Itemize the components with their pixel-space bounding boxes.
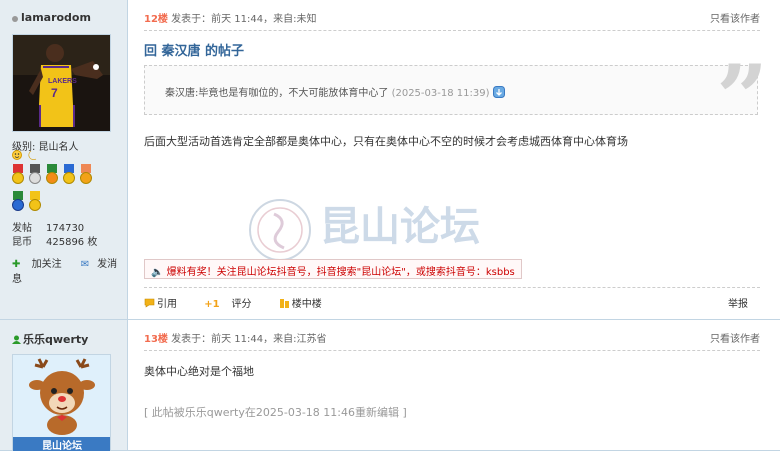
promo-text[interactable]: 爆料有奖！关注昆山论坛抖音号，抖音搜索"昆山论坛"，或搜索抖音号：ksbbs bbox=[167, 267, 515, 278]
plus-icon: ✚ bbox=[12, 259, 21, 270]
avatar[interactable]: 昆山论坛 bbox=[12, 354, 111, 451]
post-content: 13楼 发表于：前天 11:44，来自:江苏省 只看该作者 奥体中心绝对是个福地… bbox=[128, 320, 780, 450]
avatar[interactable]: LAKERS 7 bbox=[12, 34, 111, 132]
quote-mark-icon: ” bbox=[716, 45, 768, 151]
author-name[interactable]: lamarodom bbox=[12, 11, 91, 24]
author-name-text[interactable]: 乐乐qwerty bbox=[23, 333, 88, 346]
promo-banner[interactable]: 🔈 爆料有奖！关注昆山论坛抖音号，抖音搜索"昆山论坛"，或搜索抖音号：ksbbs bbox=[144, 259, 522, 279]
author-name[interactable]: 乐乐qwerty bbox=[12, 331, 88, 347]
medal-icon[interactable] bbox=[28, 191, 42, 215]
jump-to-post-icon[interactable] bbox=[492, 86, 505, 98]
floor-number[interactable]: 12楼 bbox=[144, 14, 168, 25]
post-13: 乐乐qwerty 昆山论坛 13楼 发表于：前天 11:44，来自:江苏省 只看… bbox=[0, 320, 780, 451]
envelope-icon: ✉ bbox=[80, 259, 90, 270]
smiley-icon bbox=[12, 150, 37, 160]
quote-text-line: 秦汉唐:毕竟也是有咖位的，不大可能放体育中心了 (2025-03-18 11:3… bbox=[165, 84, 505, 99]
divider bbox=[144, 350, 760, 351]
follow-label[interactable]: 加关注 bbox=[32, 259, 62, 270]
quote-button[interactable]: 引用 bbox=[144, 295, 189, 310]
floor-number[interactable]: 13楼 bbox=[144, 334, 168, 345]
reindeer-avatar: 昆山论坛 bbox=[13, 355, 110, 451]
quote-text: 秦汉唐:毕竟也是有咖位的，不大可能放体育中心了 bbox=[165, 88, 389, 99]
svg-text:LAKERS: LAKERS bbox=[48, 78, 77, 85]
plus-one-icon: +1 bbox=[204, 299, 220, 310]
post-content: 12楼 发表于：前天 11:44，来自:未知 只看该作者 回 秦汉唐 的帖子 秦… bbox=[128, 0, 780, 319]
rate-button[interactable]: +1 评分 bbox=[204, 295, 263, 310]
edit-notice: [ 此帖被乐乐qwerty在2025-03-18 11:46重新编辑 ] bbox=[144, 406, 407, 419]
medal-icon[interactable] bbox=[11, 191, 25, 215]
divider bbox=[144, 287, 760, 288]
medal-icon[interactable] bbox=[62, 164, 76, 188]
follow-button[interactable]: ✚ 加关注 bbox=[12, 259, 70, 270]
stat-posts: 发帖 174730 bbox=[12, 222, 97, 236]
post-12: lamarodom LAKERS 7 级别: 昆山名人 发帖 174730 昆币… bbox=[0, 0, 780, 320]
floor-in-floor-label[interactable]: 楼中楼 bbox=[292, 295, 322, 310]
medal-icon[interactable] bbox=[11, 164, 25, 188]
quote-block: 秦汉唐:毕竟也是有咖位的，不大可能放体育中心了 (2025-03-18 11:3… bbox=[144, 65, 758, 115]
post-body: 后面大型活动首选肯定全部都是奥体中心，只有在奥体中心不空的时候才会考虑城西体育中… bbox=[144, 135, 628, 148]
building-icon bbox=[279, 299, 289, 308]
post-body: 奥体中心绝对是个福地 bbox=[144, 365, 254, 378]
medal-icon[interactable] bbox=[79, 164, 93, 188]
svg-text:7: 7 bbox=[51, 86, 58, 100]
user-actions: ✚ 加关注 ✉ 发消息 bbox=[12, 255, 127, 285]
stat-label: 发帖 bbox=[12, 223, 32, 234]
post-meta-bar: 13楼 发表于：前天 11:44，来自:江苏省 只看该作者 bbox=[144, 330, 760, 345]
avatar-caption: 昆山论坛 bbox=[42, 439, 82, 451]
post-actions: 引用 +1 评分 楼中楼 举报 bbox=[144, 295, 760, 310]
level-emoticons bbox=[12, 150, 40, 164]
user-stats: 发帖 174730 昆币 425896 枚 bbox=[12, 222, 97, 250]
rate-label[interactable]: 评分 bbox=[232, 295, 252, 310]
floor-in-floor-button[interactable]: 楼中楼 bbox=[279, 295, 334, 310]
forum-watermark: 昆山论坛 bbox=[249, 199, 480, 261]
quote-label[interactable]: 引用 bbox=[157, 295, 177, 310]
stat-value: 174730 bbox=[46, 223, 85, 234]
user-icon bbox=[12, 335, 21, 344]
report-link[interactable]: 举报 bbox=[728, 295, 748, 310]
basketball-player-avatar: LAKERS 7 bbox=[13, 35, 110, 131]
author-sidebar: 乐乐qwerty 昆山论坛 bbox=[0, 320, 128, 451]
stat-label: 昆币 bbox=[12, 237, 32, 248]
stat-value: 425896 枚 bbox=[46, 237, 98, 248]
speaker-icon: 🔈 bbox=[151, 267, 164, 278]
stat-coins: 昆币 425896 枚 bbox=[12, 236, 97, 250]
user-icon bbox=[12, 16, 18, 22]
post-meta-bar: 12楼 发表于：前天 11:44，来自:未知 只看该作者 bbox=[144, 10, 760, 25]
medal-list bbox=[11, 164, 111, 218]
medal-icon[interactable] bbox=[28, 164, 42, 188]
quote-icon bbox=[144, 298, 155, 308]
only-author-link[interactable]: 只看该作者 bbox=[710, 10, 760, 25]
only-author-link[interactable]: 只看该作者 bbox=[710, 330, 760, 345]
post-meta: 发表于：前天 11:44，来自:江苏省 bbox=[171, 334, 327, 345]
post-title: 回 秦汉唐 的帖子 bbox=[144, 44, 245, 59]
quote-time: (2025-03-18 11:39) bbox=[391, 88, 490, 99]
medal-icon[interactable] bbox=[45, 164, 59, 188]
watermark-text: 昆山论坛 bbox=[320, 204, 480, 250]
divider bbox=[144, 30, 760, 31]
author-sidebar: lamarodom LAKERS 7 级别: 昆山名人 发帖 174730 昆币… bbox=[0, 0, 128, 319]
post-meta: 发表于：前天 11:44，来自:未知 bbox=[171, 14, 317, 25]
author-name-text[interactable]: lamarodom bbox=[21, 11, 91, 24]
